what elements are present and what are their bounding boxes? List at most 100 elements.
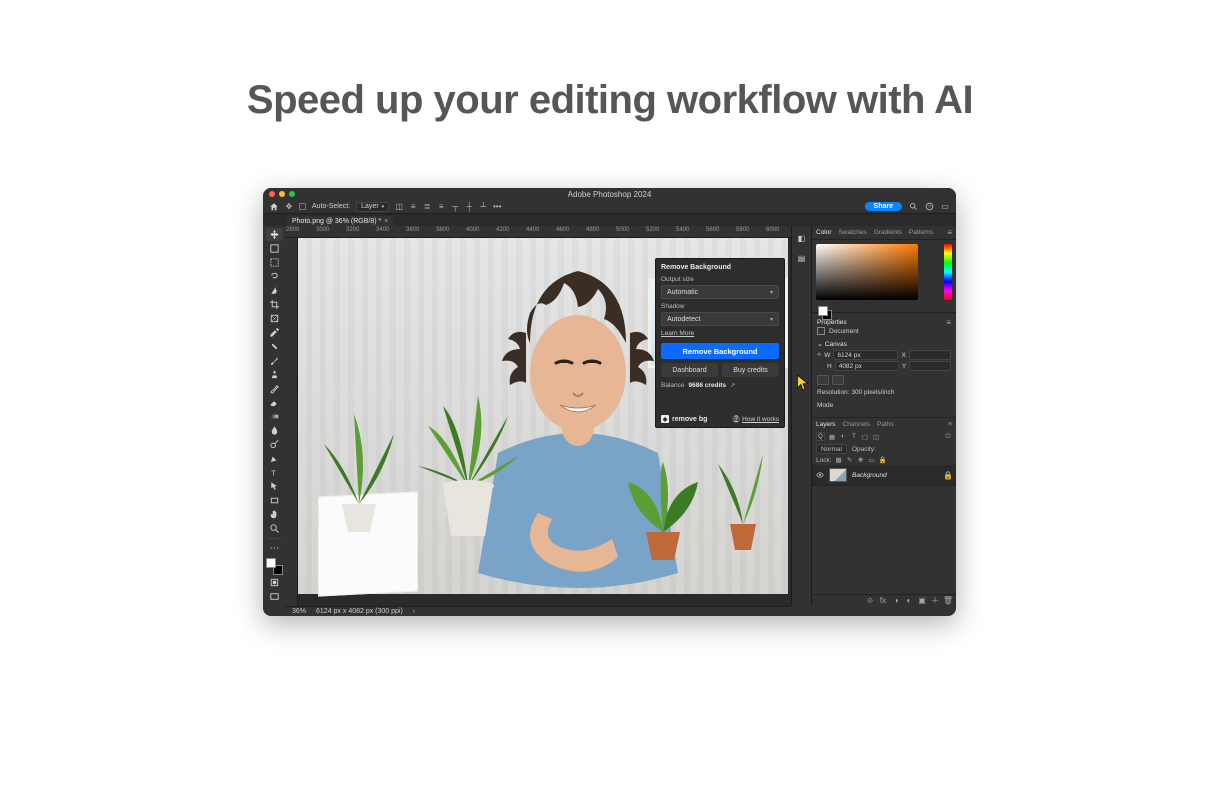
- search-icon[interactable]: [908, 202, 918, 212]
- lock-transparent-icon[interactable]: ▩: [835, 456, 843, 464]
- align-top-icon[interactable]: ┬: [451, 203, 459, 211]
- layer-style-icon[interactable]: fx: [879, 597, 887, 605]
- visibility-toggle-icon[interactable]: [816, 471, 824, 479]
- share-button[interactable]: Share: [865, 202, 902, 211]
- delete-layer-icon[interactable]: 🗑: [944, 597, 952, 605]
- color-tab[interactable]: Color: [816, 229, 832, 236]
- screen-mode-icon[interactable]: [266, 590, 283, 603]
- hue-slider[interactable]: [944, 244, 952, 300]
- swatches-tab[interactable]: Swatches: [839, 229, 867, 236]
- layer-name[interactable]: Background: [852, 472, 887, 479]
- group-icon[interactable]: ▣: [918, 597, 926, 605]
- quick-select-tool[interactable]: [266, 284, 283, 297]
- align-h-center-icon[interactable]: ≣: [423, 203, 431, 211]
- remove-background-button[interactable]: Remove Background: [661, 343, 779, 359]
- panel-menu-icon[interactable]: ≡: [946, 318, 951, 327]
- edit-toolbar-icon[interactable]: ⋯: [266, 542, 283, 555]
- paths-tab[interactable]: Paths: [877, 421, 894, 428]
- color-picker-field[interactable]: [816, 244, 918, 300]
- learn-more-link[interactable]: Learn More: [661, 330, 694, 337]
- align-left-icon[interactable]: ≡: [409, 203, 417, 211]
- frame-tool[interactable]: [266, 312, 283, 325]
- patterns-tab[interactable]: Patterns: [909, 229, 933, 236]
- new-layer-icon[interactable]: ＋: [931, 597, 939, 605]
- document-tab[interactable]: Photo.png @ 36% (RGB/8) * ×: [286, 216, 394, 226]
- layer-lock-icon[interactable]: 🔒: [944, 471, 952, 479]
- shadow-dropdown[interactable]: Autodetect ▾: [661, 312, 779, 326]
- x-field[interactable]: [909, 350, 951, 360]
- foreground-swatch[interactable]: [266, 558, 276, 568]
- filter-smart-icon[interactable]: ◫: [872, 433, 880, 441]
- pen-tool[interactable]: [266, 452, 283, 465]
- lock-pixels-icon[interactable]: ✎: [846, 456, 854, 464]
- artboard-tool[interactable]: [266, 242, 283, 255]
- transform-controls-icon[interactable]: ◫: [395, 203, 403, 211]
- eraser-tool[interactable]: [266, 396, 283, 409]
- link-layers-icon[interactable]: ⟐: [866, 597, 874, 605]
- layer-mask-icon[interactable]: ◑: [892, 597, 900, 605]
- workspace-icon[interactable]: ▭: [940, 202, 950, 212]
- panel-menu-icon[interactable]: ≡: [948, 421, 952, 428]
- brush-tool[interactable]: [266, 354, 283, 367]
- canvas-section[interactable]: Canvas: [817, 340, 951, 348]
- align-bottom-icon[interactable]: ┴: [479, 203, 487, 211]
- path-select-tool[interactable]: [266, 480, 283, 493]
- clone-tool[interactable]: [266, 368, 283, 381]
- lock-all-icon[interactable]: 🔒: [879, 456, 887, 464]
- panel-fgbg-swatch[interactable]: [818, 306, 832, 320]
- rectangle-tool[interactable]: [266, 494, 283, 507]
- heal-tool[interactable]: [266, 340, 283, 353]
- align-right-icon[interactable]: ≡: [437, 203, 445, 211]
- libraries-panel-icon[interactable]: ▤: [796, 252, 808, 264]
- hand-tool[interactable]: [266, 508, 283, 521]
- quick-mask-icon[interactable]: [266, 576, 283, 589]
- panel-menu-icon[interactable]: ≡: [947, 228, 952, 237]
- home-icon[interactable]: [269, 202, 279, 212]
- output-size-dropdown[interactable]: Automatic ▾: [661, 285, 779, 299]
- crop-tool[interactable]: [266, 298, 283, 311]
- buy-credits-button[interactable]: Buy credits: [722, 363, 779, 377]
- lock-position-icon[interactable]: ✥: [857, 456, 865, 464]
- type-tool[interactable]: T: [266, 466, 283, 479]
- horizontal-ruler[interactable]: 2800300032003400360038004000420044004600…: [286, 226, 791, 238]
- filter-pixel-icon[interactable]: ▦: [828, 433, 836, 441]
- width-field[interactable]: 6124 px: [833, 350, 898, 360]
- foreground-background-swatch[interactable]: [266, 558, 283, 575]
- layer-thumbnail[interactable]: [829, 468, 847, 482]
- filter-adjust-icon[interactable]: ◐: [839, 433, 847, 441]
- layers-tab[interactable]: Layers: [816, 421, 836, 428]
- move-tool[interactable]: [266, 228, 283, 241]
- channels-tab[interactable]: Channels: [843, 421, 870, 428]
- layer-row[interactable]: Background 🔒: [812, 465, 956, 486]
- dodge-tool[interactable]: [266, 438, 283, 451]
- more-options-icon[interactable]: •••: [493, 203, 501, 211]
- plugins-panel-icon[interactable]: ◧: [796, 232, 808, 244]
- marquee-tool[interactable]: [266, 256, 283, 269]
- blur-tool[interactable]: [266, 424, 283, 437]
- filter-type-icon[interactable]: T: [850, 433, 858, 441]
- y-field[interactable]: [909, 361, 951, 371]
- filter-toggle[interactable]: ⏻: [944, 433, 952, 441]
- orientation-portrait-button[interactable]: [817, 375, 829, 385]
- blend-mode-dropdown[interactable]: Normal: [816, 444, 847, 454]
- zoom-readout[interactable]: 36%: [292, 608, 306, 615]
- gradients-tab[interactable]: Gradients: [874, 229, 902, 236]
- lock-artboard-icon[interactable]: ▭: [868, 456, 876, 464]
- external-link-icon[interactable]: ↗: [730, 382, 735, 389]
- adjustment-layer-icon[interactable]: ◐: [905, 597, 913, 605]
- align-v-center-icon[interactable]: ┼: [465, 203, 473, 211]
- auto-select-dropdown[interactable]: Layer ▾: [356, 202, 389, 212]
- vertical-ruler[interactable]: [286, 238, 298, 606]
- zoom-tool[interactable]: [266, 522, 283, 535]
- how-it-works-link[interactable]: ? How it works: [732, 415, 779, 423]
- close-tab-icon[interactable]: ×: [384, 218, 388, 225]
- link-icon[interactable]: ⟡: [817, 351, 821, 359]
- status-chevron-icon[interactable]: ›: [413, 609, 415, 615]
- lasso-tool[interactable]: [266, 270, 283, 283]
- help-icon[interactable]: ?: [924, 202, 934, 212]
- gradient-tool[interactable]: [266, 410, 283, 423]
- filter-shape-icon[interactable]: ▢: [861, 433, 869, 441]
- eyedropper-tool[interactable]: [266, 326, 283, 339]
- auto-select-checkbox[interactable]: [299, 203, 306, 210]
- document-canvas[interactable]: Remove Background Output size Automatic …: [298, 238, 791, 606]
